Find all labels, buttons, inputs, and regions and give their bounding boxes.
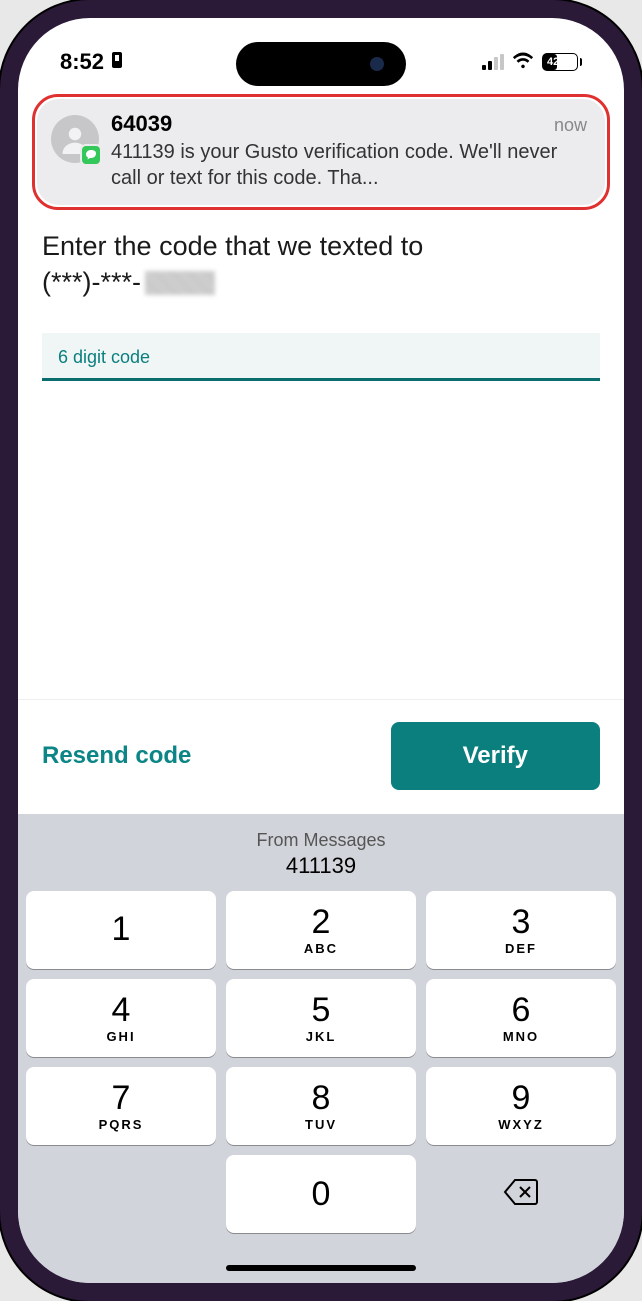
backspace-icon: [503, 1178, 539, 1211]
key-7[interactable]: 7 PQRS: [26, 1067, 216, 1145]
key-5[interactable]: 5 JKL: [226, 979, 416, 1057]
status-right: 42: [482, 49, 582, 75]
phone-frame: 8:52 42: [0, 0, 642, 1301]
redacted-digits: [145, 271, 215, 295]
screen: 8:52 42: [18, 18, 624, 1283]
wifi-icon: [512, 49, 534, 75]
code-input-label: 6 digit code: [58, 347, 584, 368]
autofill-suggestion[interactable]: From Messages 411139: [26, 824, 616, 891]
key-6[interactable]: 6 MNO: [426, 979, 616, 1057]
notification-timestamp: now: [554, 115, 587, 136]
resend-code-link[interactable]: Resend code: [42, 742, 191, 770]
notification-body: 64039 now 411139 is your Gusto verificat…: [111, 111, 587, 191]
notification-sender: 64039: [111, 111, 172, 137]
volume-up-button: [0, 300, 1, 382]
battery-percent: 42: [547, 56, 559, 68]
keypad-grid: 1 2 ABC 3 DEF 4 GHI 5 JKL: [26, 891, 616, 1233]
cellular-icon: [482, 54, 504, 70]
page-title: Enter the code that we texted to (***)-*…: [42, 228, 600, 301]
autofill-code: 411139: [26, 853, 616, 879]
key-8[interactable]: 8 TUV: [226, 1067, 416, 1145]
key-blank: [26, 1155, 216, 1233]
backspace-key[interactable]: [426, 1155, 616, 1233]
notification-banner[interactable]: 64039 now 411139 is your Gusto verificat…: [37, 99, 605, 205]
autofill-source: From Messages: [26, 830, 616, 851]
prompt-prefix: Enter the code that we texted to: [42, 231, 423, 261]
code-input[interactable]: 6 digit code: [42, 333, 600, 381]
numeric-keyboard: From Messages 411139 1 2 ABC 3 DEF 4: [18, 814, 624, 1283]
mute-switch: [0, 222, 1, 264]
battery-icon: 42: [542, 53, 582, 71]
key-4[interactable]: 4 GHI: [26, 979, 216, 1057]
clock: 8:52: [60, 49, 104, 75]
masked-phone: (***)-***-: [42, 264, 141, 300]
dynamic-island: [236, 42, 406, 86]
main-content: Enter the code that we texted to (***)-*…: [18, 220, 624, 699]
volume-down-button: [0, 400, 1, 482]
status-left: 8:52: [60, 49, 124, 75]
key-3[interactable]: 3 DEF: [426, 891, 616, 969]
home-indicator[interactable]: [226, 1265, 416, 1271]
messages-app-badge-icon: [80, 144, 102, 166]
key-1[interactable]: 1: [26, 891, 216, 969]
key-9[interactable]: 9 WXYZ: [426, 1067, 616, 1145]
action-row: Resend code Verify: [18, 699, 624, 814]
verify-button[interactable]: Verify: [391, 722, 600, 790]
key-0[interactable]: 0: [226, 1155, 416, 1233]
key-2[interactable]: 2 ABC: [226, 891, 416, 969]
notification-highlight: 64039 now 411139 is your Gusto verificat…: [32, 94, 610, 210]
notification-message: 411139 is your Gusto verification code. …: [111, 139, 587, 191]
notification-avatar: [51, 115, 99, 163]
indicator-icon: [110, 49, 124, 75]
